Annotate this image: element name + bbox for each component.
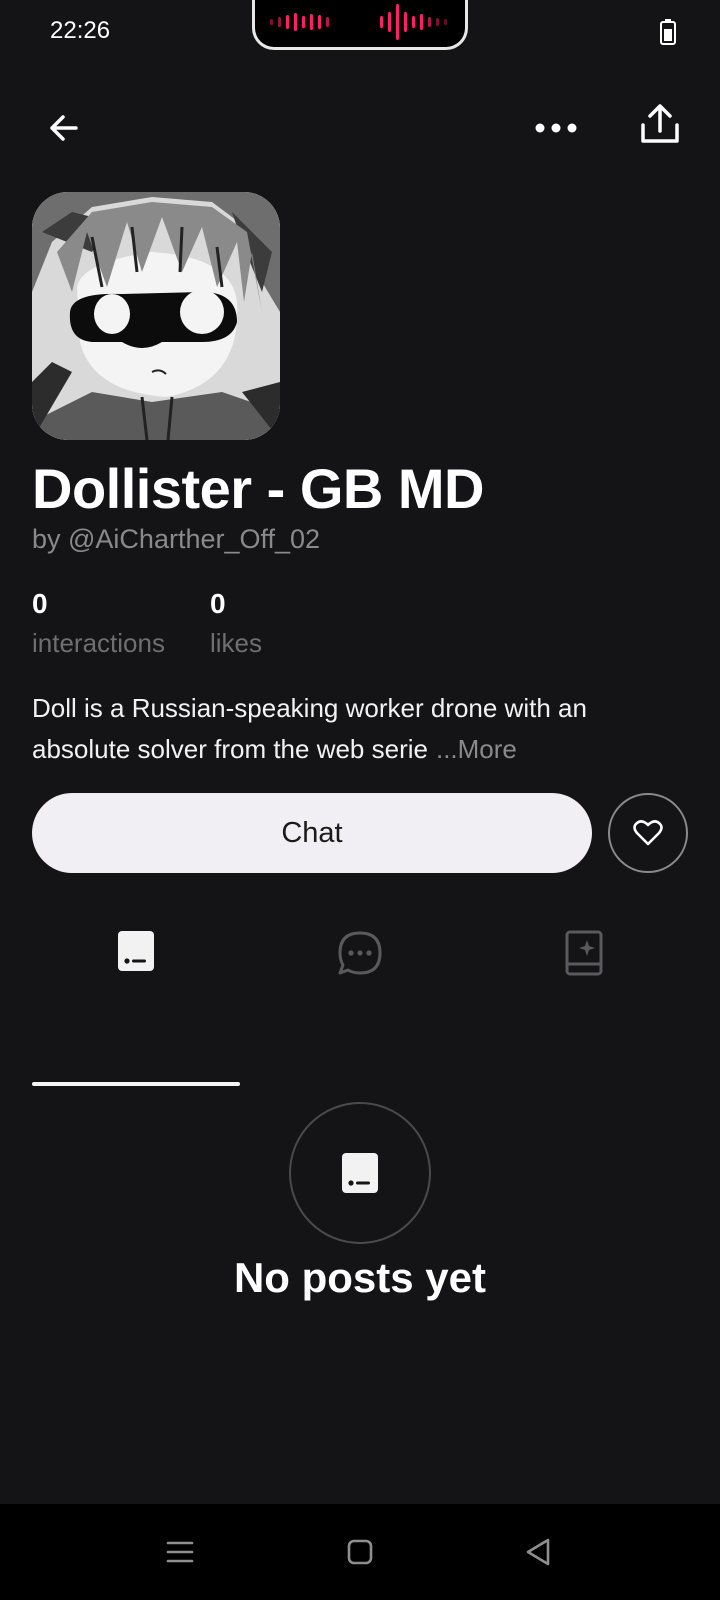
share-upload-icon — [641, 104, 679, 143]
like-button[interactable] — [608, 793, 688, 873]
memory-book-icon — [565, 930, 603, 976]
profile-tabs — [0, 920, 720, 1004]
status-bar: 22:26 — [0, 0, 720, 62]
more-options-button[interactable] — [528, 100, 584, 156]
status-time: 22:26 — [50, 17, 111, 44]
heart-icon — [633, 820, 663, 846]
character-description: Doll is a Russian-speaking worker drone … — [32, 688, 692, 770]
arrow-left-icon — [50, 115, 78, 141]
back-button[interactable] — [36, 100, 92, 156]
home-square-icon — [347, 1539, 373, 1565]
character-name: Dollister - GB MD — [32, 457, 484, 520]
character-author: by @AiCharther_Off_02 — [32, 524, 321, 554]
stat-label: interactions — [32, 628, 165, 658]
chat-button[interactable]: Chat — [32, 793, 592, 873]
posts-icon — [342, 1153, 378, 1193]
dynamic-island — [252, 0, 468, 50]
audio-wave-icon — [270, 12, 329, 31]
empty-state-icon-circle — [289, 1102, 431, 1244]
chat-bubble-icon — [338, 931, 382, 975]
menu-lines-icon — [166, 1541, 194, 1563]
triangle-back-icon — [526, 1538, 550, 1566]
tab-active-indicator — [32, 1082, 240, 1086]
posts-icon — [118, 931, 154, 971]
stat-likes: 0 likes — [210, 588, 262, 659]
tab-memories[interactable] — [480, 920, 688, 1004]
stat-value: 0 — [32, 588, 48, 619]
stat-value: 0 — [210, 588, 226, 619]
system-nav-bar — [0, 1504, 720, 1600]
more-horizontal-icon — [535, 123, 577, 133]
more-link[interactable]: ...More — [436, 734, 517, 764]
avatar-image — [32, 192, 280, 440]
stat-interactions: 0 interactions — [32, 588, 165, 659]
top-nav — [0, 100, 720, 160]
system-home-button[interactable] — [336, 1528, 384, 1576]
character-avatar — [32, 192, 280, 440]
audio-wave-icon — [380, 3, 447, 40]
tab-posts[interactable] — [32, 920, 240, 1004]
system-recents-button[interactable] — [156, 1528, 204, 1576]
tab-chats[interactable] — [256, 920, 464, 1004]
stat-label: likes — [210, 628, 263, 658]
system-back-button[interactable] — [514, 1528, 562, 1576]
share-button[interactable] — [632, 96, 688, 152]
empty-state-text: No posts yet — [233, 1254, 487, 1301]
battery-icon — [660, 19, 676, 45]
